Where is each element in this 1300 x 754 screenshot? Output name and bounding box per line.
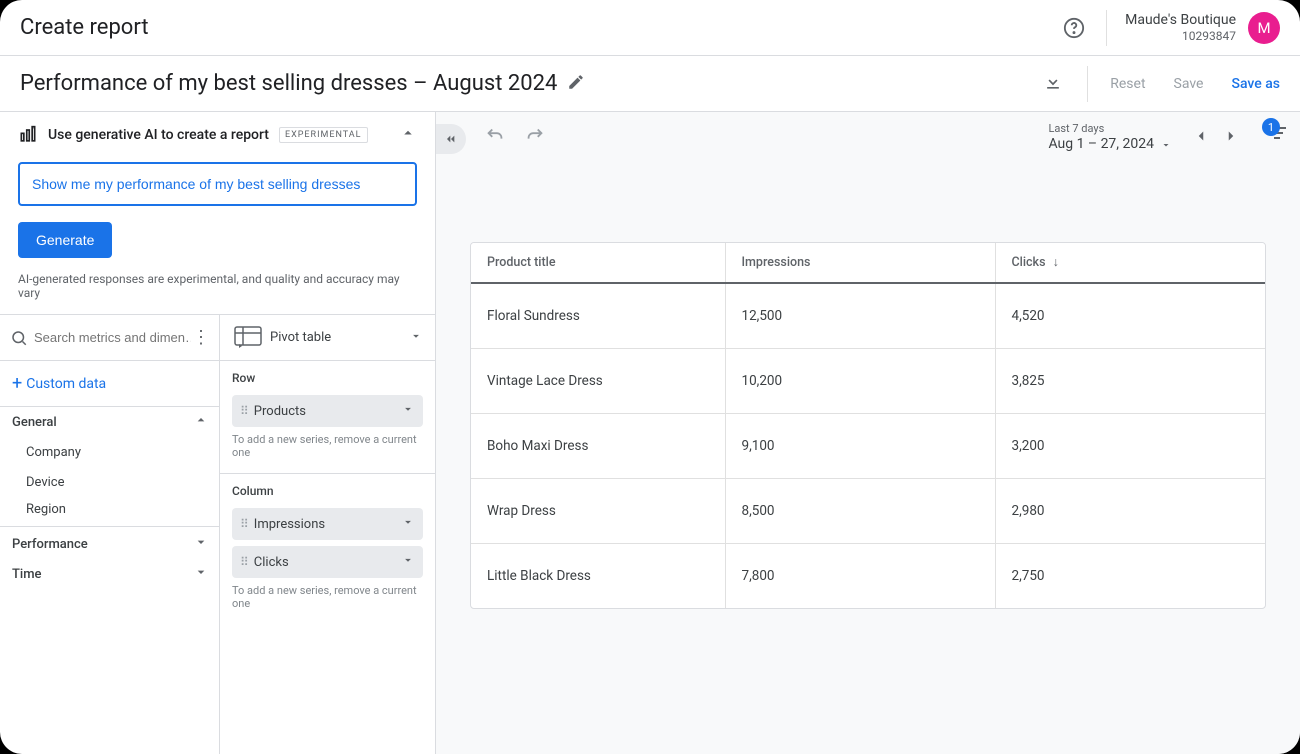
cell-clicks: 3,200	[995, 414, 1265, 479]
column-header-impressions[interactable]: Impressions	[725, 243, 995, 283]
ai-report-icon	[18, 125, 38, 145]
sort-desc-icon: ↓	[1053, 255, 1059, 270]
cell-impressions: 9,100	[725, 414, 995, 479]
pivot-type-dropdown-icon[interactable]	[409, 328, 423, 347]
cell-impressions: 12,500	[725, 283, 995, 349]
cell-product: Wrap Dress	[471, 479, 725, 544]
cell-impressions: 8,500	[725, 479, 995, 544]
dimension-company[interactable]: Company	[0, 437, 219, 467]
dimension-region[interactable]: Region	[0, 497, 219, 527]
help-icon[interactable]	[1060, 14, 1088, 42]
chevron-down-icon	[401, 402, 415, 420]
sub-header: Performance of my best selling dresses –…	[0, 56, 1300, 112]
table-row: Little Black Dress 7,800 2,750	[471, 544, 1265, 609]
account-name: Maude's Boutique	[1125, 12, 1236, 29]
left-panel: Use generative AI to create a report EXP…	[0, 112, 436, 754]
category-time[interactable]: Time	[0, 559, 219, 589]
ai-title: Use generative AI to create a report	[48, 127, 269, 143]
table-row: Wrap Dress 8,500 2,980	[471, 479, 1265, 544]
account-switcher[interactable]: Maude's Boutique 10293847 M	[1125, 12, 1280, 44]
filter-button[interactable]: 1	[1268, 124, 1286, 142]
undo-icon[interactable]	[484, 124, 506, 146]
top-bar: Create report Maude's Boutique 10293847 …	[0, 0, 1300, 56]
column-header-product-title[interactable]: Product title	[471, 243, 725, 283]
table-row: Vintage Lace Dress 10,200 3,825	[471, 349, 1265, 414]
dimensions-column: ⋮ + Custom data General Company Device R…	[0, 315, 220, 754]
dropdown-icon	[1160, 139, 1172, 151]
save-button[interactable]: Save	[1174, 76, 1204, 92]
app-title: Create report	[20, 15, 149, 40]
cell-product: Vintage Lace Dress	[471, 349, 725, 414]
date-next-button[interactable]	[1218, 123, 1244, 153]
column-label: Column	[232, 484, 423, 498]
cell-clicks: 2,980	[995, 479, 1265, 544]
report-title: Performance of my best selling dresses –…	[20, 71, 557, 96]
search-input[interactable]	[34, 330, 191, 345]
column-hint: To add a new series, remove a current on…	[232, 584, 423, 610]
reset-button[interactable]: Reset	[1110, 76, 1145, 92]
drag-handle-icon: ⠿	[240, 517, 248, 531]
cell-clicks: 2,750	[995, 544, 1265, 609]
search-icon	[10, 329, 28, 347]
cell-product: Little Black Dress	[471, 544, 725, 609]
chevron-up-icon	[193, 412, 209, 432]
pivot-table: Product title Impressions Clicks ↓ Flora…	[470, 242, 1266, 609]
column-header-clicks[interactable]: Clicks ↓	[995, 243, 1265, 283]
row-label: Row	[232, 371, 423, 385]
cell-impressions: 7,800	[725, 544, 995, 609]
chevron-down-icon	[401, 515, 415, 533]
drag-handle-icon: ⠿	[240, 404, 248, 418]
row-hint: To add a new series, remove a current on…	[232, 433, 423, 459]
download-icon[interactable]	[1039, 68, 1067, 100]
ai-prompt-input[interactable]	[18, 162, 417, 206]
category-performance[interactable]: Performance	[0, 529, 219, 559]
table-row: Boho Maxi Dress 9,100 3,200	[471, 414, 1265, 479]
chevron-down-icon	[401, 553, 415, 571]
report-canvas: Last 7 days Aug 1 – 27, 2024 1	[436, 112, 1300, 754]
cell-clicks: 3,825	[995, 349, 1265, 414]
category-general[interactable]: General	[0, 407, 219, 437]
account-id: 10293847	[1125, 29, 1236, 43]
cell-impressions: 10,200	[725, 349, 995, 414]
row-section: Row ⠿ Products To add a new series, remo…	[220, 361, 435, 474]
chevron-down-icon	[193, 534, 209, 554]
plus-icon: +	[12, 373, 22, 394]
ai-disclaimer: AI-generated responses are experimental,…	[18, 272, 417, 300]
redo-icon[interactable]	[524, 124, 546, 146]
ai-block: Use generative AI to create a report EXP…	[0, 112, 435, 315]
more-options-icon[interactable]: ⋮	[191, 329, 211, 347]
cell-product: Floral Sundress	[471, 283, 725, 349]
edit-title-icon[interactable]	[567, 73, 585, 95]
save-as-button[interactable]: Save as	[1231, 76, 1280, 92]
pivot-table-icon	[232, 324, 264, 352]
custom-data-label: Custom data	[26, 376, 106, 392]
pivot-title: Pivot table	[270, 330, 331, 345]
pivot-config-column: Pivot table Row ⠿ Products To add a new …	[220, 315, 435, 754]
drag-handle-icon: ⠿	[240, 555, 248, 569]
dimension-device[interactable]: Device	[0, 467, 219, 497]
cell-clicks: 4,520	[995, 283, 1265, 349]
avatar[interactable]: M	[1248, 12, 1280, 44]
collapse-left-panel-button[interactable]	[436, 124, 466, 154]
table-row: Floral Sundress 12,500 4,520	[471, 283, 1265, 349]
experimental-tag: EXPERIMENTAL	[279, 127, 368, 143]
row-chip-products[interactable]: ⠿ Products	[232, 395, 423, 427]
generate-button[interactable]: Generate	[18, 222, 112, 258]
column-section: Column ⠿ Impressions ⠿ Clicks To add a n…	[220, 474, 435, 624]
filter-count-badge: 1	[1262, 118, 1280, 136]
custom-data-button[interactable]: + Custom data	[0, 361, 219, 407]
collapse-ai-icon[interactable]	[399, 124, 417, 146]
chevron-down-icon	[193, 564, 209, 584]
cell-product: Boho Maxi Dress	[471, 414, 725, 479]
date-prev-button[interactable]	[1188, 123, 1214, 153]
date-range-picker[interactable]: Last 7 days Aug 1 – 27, 2024	[1048, 122, 1172, 153]
column-chip-clicks[interactable]: ⠿ Clicks	[232, 546, 423, 578]
column-chip-impressions[interactable]: ⠿ Impressions	[232, 508, 423, 540]
